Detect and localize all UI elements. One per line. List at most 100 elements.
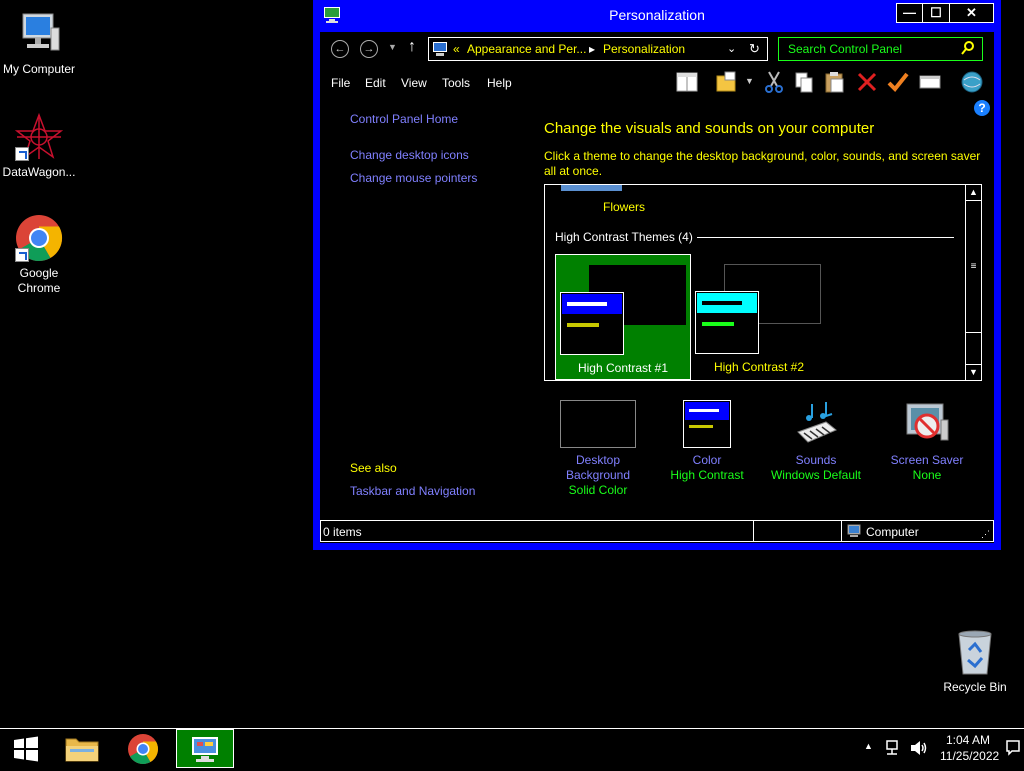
notifications-icon[interactable] — [1006, 740, 1020, 759]
clock-date[interactable]: 11/25/2022 — [940, 749, 999, 763]
control-panel-icon — [432, 41, 448, 60]
menu-help[interactable]: Help — [487, 76, 512, 90]
theme-group-label: High Contrast Themes (4) — [555, 230, 693, 244]
file-explorer-icon — [65, 738, 99, 762]
help-icon[interactable]: ? — [974, 100, 990, 116]
sounds-icon — [792, 400, 840, 448]
desktop-icon-label: Google Chrome — [17, 266, 61, 295]
preview-title-line — [689, 409, 719, 412]
close-button[interactable]: ✕ — [949, 3, 994, 23]
show-hidden-icons-arrow-icon[interactable]: ▲ — [864, 741, 873, 751]
address-bar[interactable]: « Appearance and Per... ▸ Personalizatio… — [428, 37, 768, 61]
status-location: Computer — [866, 525, 919, 539]
setting-value: Solid Color — [568, 483, 628, 497]
minimize-button[interactable]: — — [896, 3, 923, 23]
taskbar-file-explorer[interactable] — [60, 731, 104, 767]
setting-sounds[interactable]: Sounds Windows Default — [766, 400, 866, 483]
breadcrumb-parent[interactable]: Appearance and Per... — [467, 42, 586, 56]
theme-high-contrast-2[interactable]: High Contrast #2 — [695, 254, 831, 380]
address-dropdown-chevron-icon[interactable]: ⌄ — [727, 42, 736, 55]
search-input[interactable]: Search Control Panel — [778, 37, 983, 61]
recent-pages-chevron-icon[interactable]: ▼ — [388, 42, 397, 52]
setting-title: Desktop Background — [565, 453, 631, 482]
theme-preview-front-window — [560, 292, 624, 355]
maximize-button[interactable]: ☐ — [922, 3, 950, 23]
link-change-desktop-icons[interactable]: Change desktop icons — [350, 148, 469, 162]
scroll-down-arrow-icon[interactable]: ▼ — [966, 364, 981, 380]
menu-view[interactable]: View — [401, 76, 427, 90]
chrome-icon — [15, 214, 63, 262]
breadcrumb-prefix: « — [453, 42, 460, 56]
status-divider — [841, 521, 842, 541]
search-icon[interactable] — [961, 40, 975, 59]
desktop-icon-google-chrome[interactable]: Google Chrome — [1, 214, 77, 296]
flowers-theme-label[interactable]: Flowers — [603, 200, 645, 214]
datawagon-logo-icon — [14, 112, 64, 161]
menu-tools[interactable]: Tools — [442, 76, 470, 90]
refresh-icon[interactable]: ↻ — [749, 41, 760, 57]
window-client-area: ← → ▼ ↑ « Appearance and Per... ▸ Person… — [320, 32, 994, 543]
up-arrow-icon[interactable]: ↑ — [408, 38, 416, 56]
desktop-icon-recycle-bin[interactable]: Recycle Bin — [937, 630, 1013, 695]
status-divider — [753, 521, 754, 541]
computer-icon — [15, 10, 63, 58]
window-titlebar[interactable]: Personalization — ☐ ✕ — [313, 0, 1001, 32]
menu-file[interactable]: File — [331, 76, 350, 90]
breadcrumb-current[interactable]: Personalization — [603, 42, 685, 56]
resize-grip-icon[interactable]: ⋰ — [981, 529, 990, 540]
link-control-panel-home[interactable]: Control Panel Home — [350, 112, 458, 126]
color-scheme-thumbnail — [683, 400, 731, 448]
setting-value: None — [912, 468, 942, 482]
setting-screen-saver[interactable]: Screen Saver None — [877, 400, 977, 483]
desktop-icon-label: My Computer — [2, 62, 76, 76]
themes-scrollbar[interactable]: ▲ ≡ ▼ — [965, 185, 981, 380]
theme-high-contrast-1[interactable]: High Contrast #1 — [555, 254, 691, 380]
setting-title: Color — [692, 453, 722, 467]
cut-icon[interactable] — [762, 70, 786, 94]
setting-desktop-background[interactable]: Desktop Background Solid Color — [544, 400, 652, 498]
properties-dropdown-chevron-icon[interactable]: ▼ — [745, 76, 754, 86]
menu-edit[interactable]: Edit — [365, 76, 386, 90]
paste-icon[interactable] — [823, 70, 847, 94]
checkmark-icon[interactable] — [886, 70, 910, 94]
volume-icon[interactable] — [909, 739, 929, 760]
setting-color[interactable]: Color High Contrast — [657, 400, 757, 483]
breadcrumb-separator-icon: ▸ — [589, 42, 596, 56]
setting-value: Windows Default — [770, 468, 862, 482]
desktop-icon-my-computer[interactable]: My Computer — [1, 10, 77, 77]
scroll-thumb[interactable]: ≡ — [966, 201, 981, 333]
desktop-icon-datawagon[interactable]: DataWagon... — [1, 112, 77, 180]
preview-text-line — [567, 323, 599, 327]
copy-icon[interactable] — [792, 70, 816, 94]
network-icon[interactable] — [884, 739, 902, 760]
recycle-bin-icon — [955, 630, 995, 676]
personalization-window: Personalization — ☐ ✕ ← → ▼ ↑ « Appearan… — [313, 0, 1001, 550]
themes-list[interactable]: Flowers High Contrast Themes (4) High Co… — [544, 184, 982, 381]
back-button[interactable]: ← — [331, 40, 349, 58]
preview-pane-icon[interactable] — [675, 70, 699, 94]
theme-preview-front-window — [695, 291, 759, 354]
windows-logo-icon — [14, 736, 38, 762]
flowers-theme-thumbnail[interactable] — [561, 185, 622, 191]
properties-folder-icon[interactable] — [715, 70, 739, 94]
forward-button[interactable]: → — [360, 40, 378, 58]
link-change-mouse-pointers[interactable]: Change mouse pointers — [350, 171, 477, 185]
screen-saver-icon — [903, 400, 951, 448]
scroll-up-arrow-icon[interactable]: ▲ — [966, 185, 981, 201]
desktop-icon-label: Recycle Bin — [943, 680, 1007, 694]
setting-value: High Contrast — [670, 468, 744, 482]
clock-time[interactable]: 1:04 AM — [946, 733, 990, 747]
taskbar-chrome[interactable] — [121, 731, 165, 767]
link-taskbar-and-navigation[interactable]: Taskbar and Navigation — [350, 484, 475, 498]
globe-icon[interactable] — [960, 70, 984, 94]
delete-icon[interactable] — [855, 70, 879, 94]
chrome-icon — [128, 734, 159, 765]
taskbar-control-panel-active[interactable] — [176, 729, 234, 768]
computer-icon — [847, 524, 863, 541]
setting-title: Screen Saver — [890, 453, 964, 467]
window-icon[interactable] — [918, 70, 942, 94]
taskbar: ▲ 1:04 AM 11/25/2022 — [0, 728, 1024, 768]
status-bar: 0 items Computer ⋰ — [320, 520, 994, 542]
search-placeholder: Search Control Panel — [788, 42, 903, 56]
start-button[interactable] — [6, 733, 46, 765]
